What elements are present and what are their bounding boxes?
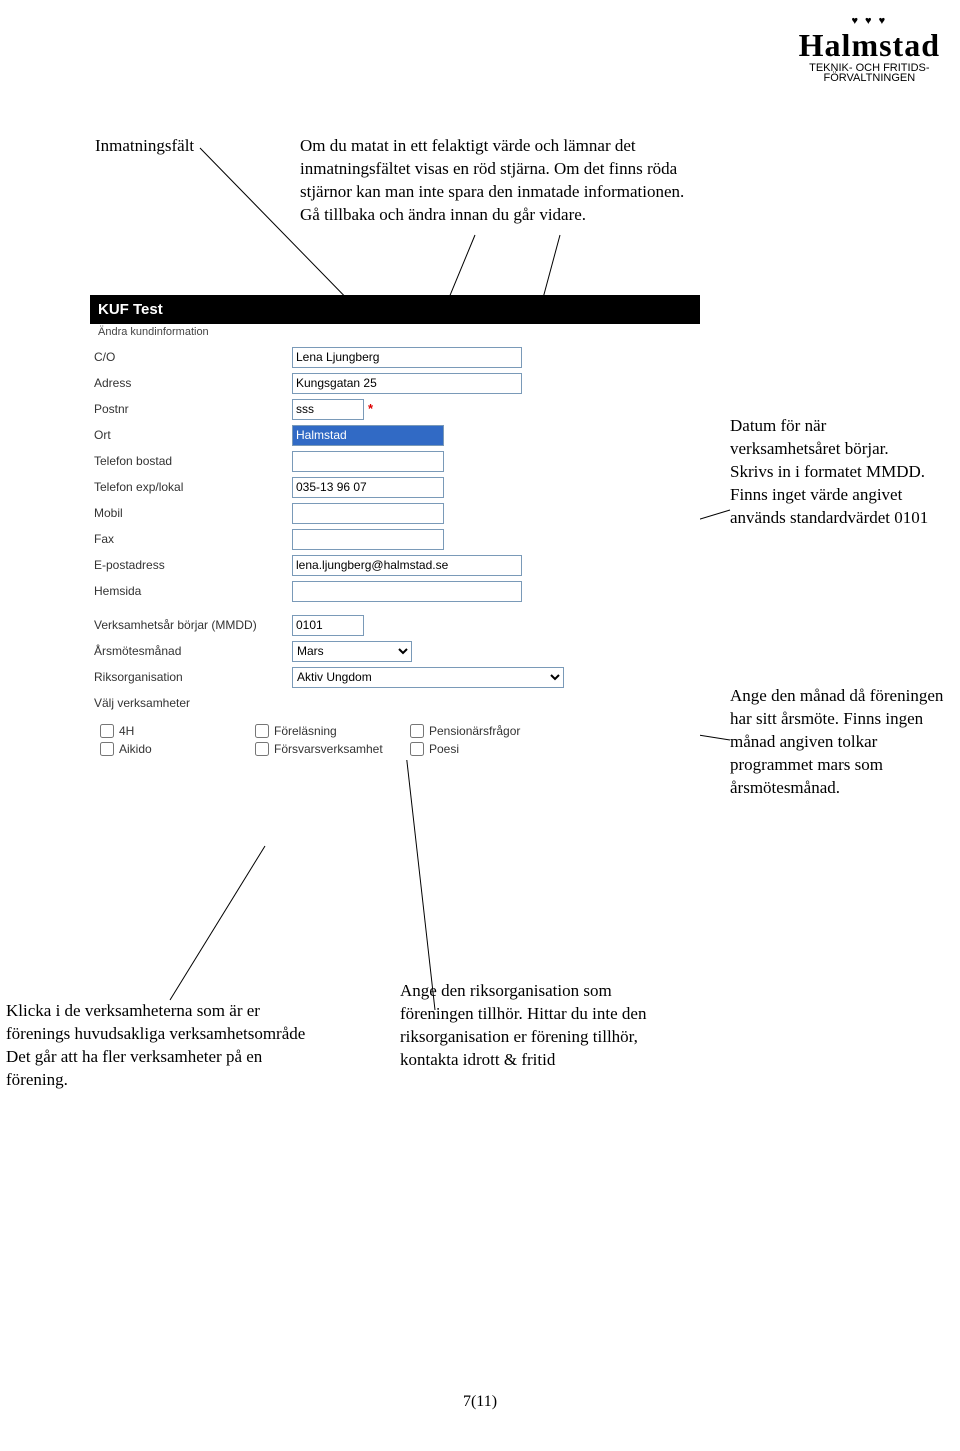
callout-mmdd-explanation: Datum för när verksamhetsåret börjar. Sk… (730, 415, 930, 530)
input-postnr[interactable] (292, 399, 364, 420)
label-verksamhetsar: Verksamhetsår börjar (MMDD) (94, 614, 292, 636)
callout-inmatningsfalt-label: Inmatningsfält (95, 135, 194, 158)
input-epost[interactable] (292, 555, 522, 576)
select-arsmotesmanad[interactable]: Mars (292, 641, 412, 662)
input-telefon-exp[interactable] (292, 477, 444, 498)
label-telefon-bostad: Telefon bostad (94, 450, 292, 472)
verksamheter-grid: 4H Aikido Föreläsning Försvarsverksamhet… (90, 720, 700, 760)
label-adress: Adress (94, 372, 292, 394)
checkbox-4h-input[interactable] (100, 724, 114, 738)
checkbox-forelasning-input[interactable] (255, 724, 269, 738)
input-hemsida[interactable] (292, 581, 522, 602)
checkbox-poesi-input[interactable] (410, 742, 424, 756)
checkbox-forsvarsverksamhet[interactable]: Försvarsverksamhet (255, 742, 410, 756)
callout-verksamheter-explanation: Klicka i de verksamheterna som är er för… (6, 1000, 326, 1092)
checkbox-4h[interactable]: 4H (100, 724, 255, 738)
input-verksamhetsar[interactable] (292, 615, 364, 636)
checkbox-forelasning[interactable]: Föreläsning (255, 724, 410, 738)
label-fax: Fax (94, 528, 292, 550)
label-telefon-exp: Telefon exp/lokal (94, 476, 292, 498)
form-title: KUF Test (90, 295, 700, 324)
label-mobil: Mobil (94, 502, 292, 524)
input-co[interactable] (292, 347, 522, 368)
checkbox-aikido[interactable]: Aikido (100, 742, 255, 756)
checkbox-pensionarsfragor[interactable]: Pensionärsfrågor (410, 724, 565, 738)
form-panel: KUF Test Ändra kundinformation C/O Adres… (90, 295, 700, 760)
checkbox-aikido-input[interactable] (100, 742, 114, 756)
label-ort: Ort (94, 424, 292, 446)
input-fax[interactable] (292, 529, 444, 550)
checkbox-poesi-label: Poesi (429, 742, 459, 756)
callout-riksorganisation-explanation: Ange den riksorganisation som föreningen… (400, 980, 680, 1072)
label-co: C/O (94, 346, 292, 368)
checkbox-poesi[interactable]: Poesi (410, 742, 565, 756)
input-mobil[interactable] (292, 503, 444, 524)
callout-red-star-explanation: Om du matat in ett felaktigt värde och l… (300, 135, 700, 227)
checkbox-forsvarsverksamhet-label: Försvarsverksamhet (274, 742, 383, 756)
label-epost: E-postadress (94, 554, 292, 576)
input-telefon-bostad[interactable] (292, 451, 444, 472)
form-subtitle: Ändra kundinformation (90, 324, 700, 344)
logo-city-name: Halmstad (799, 27, 940, 64)
checkbox-forsvarsverksamhet-input[interactable] (255, 742, 269, 756)
input-adress[interactable] (292, 373, 522, 394)
input-ort[interactable] (292, 425, 444, 446)
checkbox-4h-label: 4H (119, 724, 134, 738)
label-postnr: Postnr (94, 398, 292, 420)
label-hemsida: Hemsida (94, 580, 292, 602)
page-number: 7(11) (463, 1393, 497, 1411)
logo-crown-icon: ♥ ♥ ♥ (799, 15, 940, 27)
select-riksorganisation[interactable]: Aktiv Ungdom (292, 667, 564, 688)
error-star-icon: * (368, 401, 373, 416)
label-arsmotesmanad: Årsmötesmånad (94, 640, 292, 662)
checkbox-pensionarsfragor-label: Pensionärsfrågor (429, 724, 520, 738)
logo-block: ♥ ♥ ♥ Halmstad TEKNIK- OCH FRITIDS- FÖRV… (799, 15, 940, 84)
label-valj-verksamheter: Välj verksamheter (94, 692, 292, 714)
callout-arsmote-explanation: Ange den månad då föreningen har sitt år… (730, 685, 950, 800)
checkbox-aikido-label: Aikido (119, 742, 152, 756)
checkbox-forelasning-label: Föreläsning (274, 724, 337, 738)
label-riksorganisation: Riksorganisation (94, 666, 292, 688)
checkbox-pensionarsfragor-input[interactable] (410, 724, 424, 738)
